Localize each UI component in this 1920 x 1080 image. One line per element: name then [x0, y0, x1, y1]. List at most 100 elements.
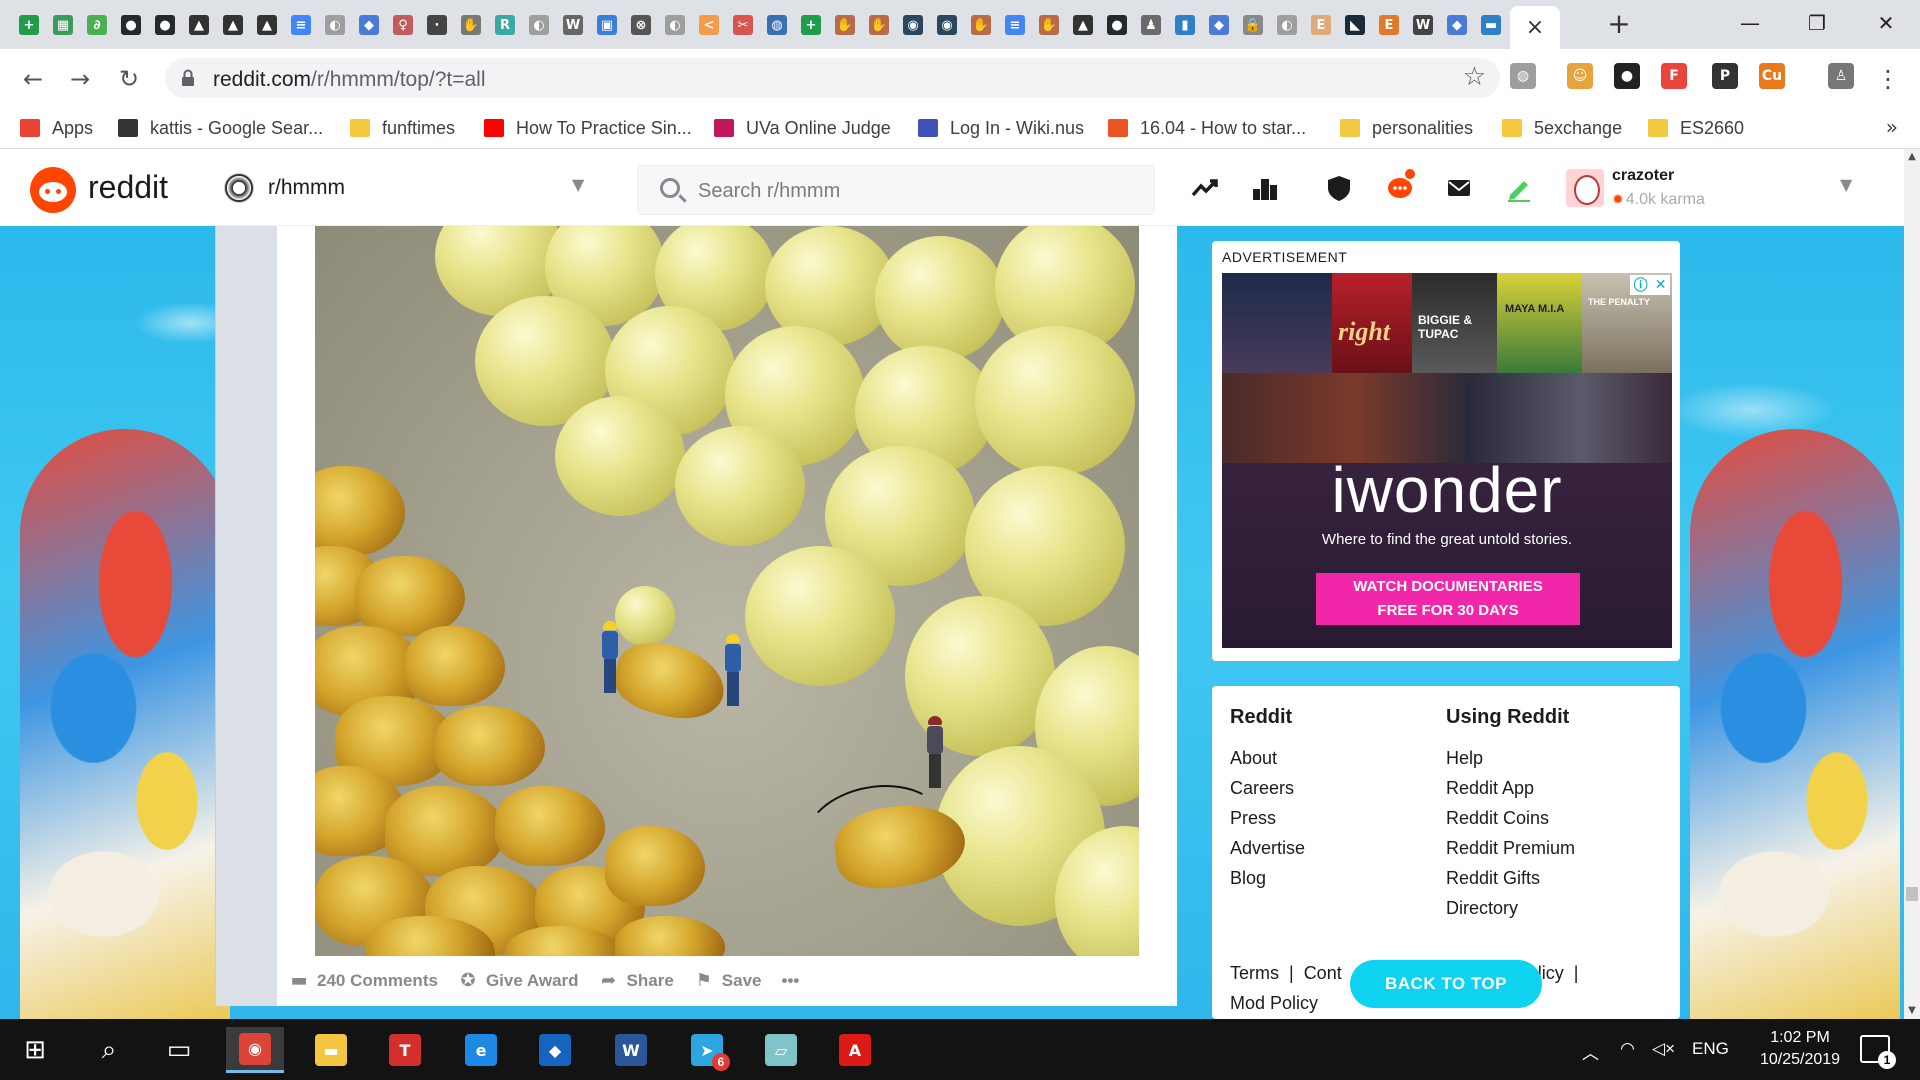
angular-icon[interactable]: A	[826, 1027, 884, 1073]
file-explorer-icon[interactable]: ▬	[302, 1027, 360, 1073]
graduation-cap-icon[interactable]: ▲	[218, 10, 248, 40]
figure-icon[interactable]: ♀	[388, 10, 418, 40]
graduation-cap-icon[interactable]: ▲	[1068, 10, 1098, 40]
footer-link-advertise[interactable]: Advertise	[1230, 833, 1305, 863]
bookmark-item[interactable]: Apps	[20, 116, 93, 140]
subreddit-name[interactable]: r/hmmm	[268, 176, 345, 200]
mask-extension-icon[interactable]: ●	[1614, 63, 1640, 89]
brackets-icon[interactable]: <	[694, 10, 724, 40]
trending-icon[interactable]	[1190, 173, 1220, 203]
scrollbar-thumb[interactable]	[1906, 887, 1918, 901]
chart-icon[interactable]: ▮	[1170, 10, 1200, 40]
footer-link-help[interactable]: Help	[1446, 743, 1575, 773]
word-icon[interactable]: W	[602, 1027, 660, 1073]
maximize-button[interactable]: ❐	[1797, 6, 1837, 40]
telegram-icon[interactable]: ➤ 6	[678, 1027, 736, 1073]
globe-icon[interactable]: ◐	[1272, 10, 1302, 40]
blue-diamond-icon[interactable]: ◆	[1442, 10, 1472, 40]
ball-icon[interactable]: ◍	[762, 10, 792, 40]
back-arrow-icon[interactable]: ←	[17, 63, 49, 95]
github-icon[interactable]: ●	[116, 10, 146, 40]
watch-documentaries-button[interactable]: WATCH DOCUMENTARIES FREE FOR 30 DAYS	[1316, 573, 1580, 625]
steam-icon[interactable]: ◉	[932, 10, 962, 40]
bookmark-item[interactable]: 16.04 - How to star...	[1108, 116, 1306, 140]
github-icon[interactable]: ●	[1102, 10, 1132, 40]
doc-icon[interactable]: ≡	[1000, 10, 1030, 40]
minimize-button[interactable]: —	[1730, 6, 1770, 40]
page-scrollbar[interactable]: ▲ ▼	[1904, 149, 1920, 1019]
hand-icon[interactable]: ✋	[966, 10, 996, 40]
footer-link-directory[interactable]: Directory	[1446, 893, 1575, 923]
face-extension-icon[interactable]: ☺	[1567, 63, 1593, 89]
wifi-icon[interactable]: ◠	[1620, 1039, 1635, 1059]
bookmark-star-icon[interactable]: ☆	[1463, 62, 1486, 92]
t-app-icon[interactable]: T	[376, 1027, 434, 1073]
bookmark-item[interactable]: funftimes	[350, 116, 455, 140]
post-image[interactable]	[315, 226, 1139, 956]
footer-link-press[interactable]: Press	[1230, 803, 1305, 833]
address-bar[interactable]: reddit.com/r/hmmm/top/?t=all ☆	[165, 58, 1500, 98]
wikipedia-icon[interactable]: W	[1408, 10, 1438, 40]
person-extension-icon[interactable]: ♙	[1828, 63, 1854, 89]
close-tab-icon[interactable]: ×	[1526, 15, 1544, 40]
system-clock[interactable]: 1:02 PM 10/25/2019	[1752, 1027, 1848, 1071]
github-icon[interactable]: ●	[150, 10, 180, 40]
username[interactable]: crazoter	[1612, 167, 1674, 185]
task-view-icon[interactable]: ▭	[150, 1027, 208, 1073]
give-award-button[interactable]: ✪ Give Award	[458, 971, 578, 991]
scissors-icon[interactable]: ✂	[728, 10, 758, 40]
bookmark-item[interactable]: personalities	[1340, 116, 1473, 140]
reddit-wordmark[interactable]: reddit	[88, 169, 168, 206]
footer-link-reddit-premium[interactable]: Reddit Premium	[1446, 833, 1575, 863]
r-icon[interactable]: R	[490, 10, 520, 40]
cu-extension-icon[interactable]: Cu	[1759, 63, 1785, 89]
scroll-up-arrow-icon[interactable]: ▲	[1904, 149, 1920, 165]
create-post-pencil-icon[interactable]	[1504, 173, 1534, 203]
e-icon[interactable]: E	[1374, 10, 1404, 40]
figure-icon[interactable]: ♟	[1136, 10, 1166, 40]
reload-icon[interactable]: ↻	[113, 63, 145, 95]
footer-link-blog[interactable]: Blog	[1230, 863, 1305, 893]
chrome-icon[interactable]: ◉	[226, 1027, 284, 1073]
dots-icon[interactable]: ∙	[422, 10, 452, 40]
triangle-icon[interactable]: ◣	[1340, 10, 1370, 40]
blue-diamond-icon[interactable]: ◆	[354, 10, 384, 40]
bookmark-item[interactable]: ES2660	[1648, 116, 1744, 140]
globe-extension-icon[interactable]: ◍	[1510, 63, 1536, 89]
graduation-cap-icon[interactable]: ▲	[184, 10, 214, 40]
scroll-down-arrow-icon[interactable]: ▼	[1904, 1003, 1920, 1019]
footer-link-reddit-app[interactable]: Reddit App	[1446, 773, 1575, 803]
footer-link-careers[interactable]: Careers	[1230, 773, 1305, 803]
leaderboard-icon[interactable]	[1250, 173, 1280, 203]
grid-icon[interactable]: ▣	[592, 10, 622, 40]
back-to-top-button[interactable]: BACK TO TOP	[1350, 960, 1542, 1008]
content-policy-link[interactable]: Cont	[1304, 963, 1342, 983]
hand-icon[interactable]: ✋	[1034, 10, 1064, 40]
bookmark-item[interactable]: UVa Online Judge	[714, 116, 891, 140]
close-ad-icon[interactable]: ✕	[1655, 277, 1667, 293]
box-icon[interactable]: ▬	[1476, 10, 1506, 40]
footer-link-reddit-coins[interactable]: Reddit Coins	[1446, 803, 1575, 833]
edge-icon[interactable]: e	[452, 1027, 510, 1073]
chevron-up-icon[interactable]: ︿	[1582, 1039, 1599, 1064]
chrome-menu-icon[interactable]: ⋮	[1872, 63, 1904, 95]
bookmarks-overflow-icon[interactable]: »	[1886, 115, 1898, 139]
globe-icon[interactable]: ◐	[320, 10, 350, 40]
bookmark-item[interactable]: 5exchange	[1502, 116, 1622, 140]
adchoices-icon[interactable]: ⓘ ✕	[1630, 275, 1670, 295]
mail-icon[interactable]	[1444, 173, 1474, 203]
bookmark-item[interactable]: kattis - Google Sear...	[118, 116, 323, 140]
steam-icon[interactable]: ◉	[898, 10, 928, 40]
more-options-icon[interactable]: •••	[782, 971, 800, 991]
notepad-icon[interactable]: ▱	[752, 1027, 810, 1073]
blue-diamond-icon[interactable]: ◆	[1204, 10, 1234, 40]
sheets-icon[interactable]: ▦	[48, 10, 78, 40]
maps-icon[interactable]: ◆	[526, 1027, 584, 1073]
language-indicator[interactable]: ENG	[1692, 1039, 1729, 1059]
footer-link-about[interactable]: About	[1230, 743, 1305, 773]
wikipedia-icon[interactable]: W	[558, 10, 588, 40]
terms-link[interactable]: Terms	[1230, 963, 1279, 983]
info-icon[interactable]: ⓘ	[1634, 275, 1648, 295]
lock-icon[interactable]: 🔒	[1238, 10, 1268, 40]
post-card[interactable]: ▬ 240 Comments ✪ Give Award ➦ Share ⚑ Save •••	[277, 226, 1177, 1006]
